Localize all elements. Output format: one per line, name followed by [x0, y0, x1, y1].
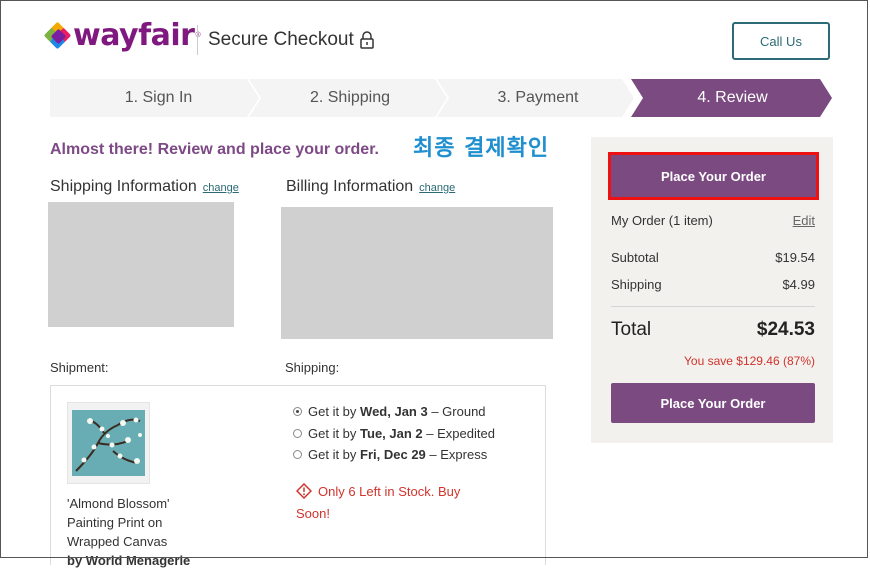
product-brand: by World Menagerie: [67, 553, 191, 568]
option-prefix: Get it by: [308, 426, 361, 441]
shipping-change-link[interactable]: change: [203, 182, 239, 194]
my-order-row: My Order (1 item) Edit: [611, 213, 815, 228]
shipping-cost-row: Shipping $4.99: [611, 277, 815, 292]
warning-icon: [296, 483, 312, 499]
billing-info-title: Billing Information: [286, 178, 414, 195]
shipping-info-title: Shipping Information: [50, 178, 197, 195]
billing-change-link[interactable]: change: [419, 182, 455, 194]
header-divider: [197, 25, 198, 55]
option-date: Tue, Jan 2: [360, 426, 423, 441]
billing-info-header: Billing Information change: [286, 178, 455, 196]
review-headline: Almost there! Review and place your orde…: [50, 141, 379, 158]
radio-selected-icon[interactable]: [293, 407, 302, 416]
option-method: – Express: [425, 447, 488, 462]
almond-blossom-painting-image: [72, 410, 145, 476]
shipping-info-header: Shipping Information change: [50, 178, 239, 196]
subtotal-row: Subtotal $19.54: [611, 250, 815, 265]
my-order-label: My Order (1 item): [611, 213, 713, 228]
product-name-line-2: Painting Print on: [67, 515, 163, 530]
call-us-button[interactable]: Call Us: [732, 22, 830, 60]
shipping-address-redacted: [48, 202, 234, 327]
total-value: $24.53: [756, 319, 815, 340]
stock-warning: Only 6 Left in Stock. Buy Soon!: [296, 481, 476, 525]
total-row: Total $24.53: [611, 319, 815, 341]
secure-checkout-title: Secure Checkout: [208, 29, 374, 51]
radio-unselected-icon[interactable]: [293, 429, 302, 438]
option-date: Wed, Jan 3: [360, 404, 428, 419]
option-prefix: Get it by: [308, 447, 361, 462]
radio-unselected-icon[interactable]: [293, 450, 302, 459]
billing-address-redacted: [281, 207, 553, 339]
shipment-label: Shipment:: [50, 360, 109, 375]
step-sign-in[interactable]: 1. Sign In: [60, 79, 257, 117]
product-name-line-3: Wrapped Canvas: [67, 534, 168, 549]
shipping-option-expedited[interactable]: Get it by Tue, Jan 2 – Expedited: [293, 426, 495, 441]
total-label: Total: [611, 319, 652, 340]
shipping-method-label: Shipping:: [285, 360, 340, 375]
place-order-button-top[interactable]: Place Your Order: [608, 152, 819, 200]
product-name[interactable]: 'Almond Blossom' Painting Print on Wrapp…: [67, 494, 207, 570]
stock-warning-text: Only 6 Left in Stock. Buy Soon!: [296, 484, 461, 521]
product-name-line-1: 'Almond Blossom': [67, 496, 170, 511]
page-title: Secure Checkout: [208, 29, 354, 50]
edit-order-link[interactable]: Edit: [793, 213, 815, 228]
brand-name: wayfair: [73, 18, 195, 53]
savings-text: You save $129.46 (87%): [684, 354, 815, 368]
subtotal-label: Subtotal: [611, 250, 659, 265]
summary-divider: [611, 306, 815, 307]
option-method: – Expedited: [422, 426, 495, 441]
step-shipping[interactable]: 2. Shipping: [255, 79, 445, 117]
option-date: Fri, Dec 29: [360, 447, 426, 462]
step-review: 4. Review: [697, 89, 768, 106]
place-order-button-bottom[interactable]: Place Your Order: [611, 383, 815, 423]
shipping-cost-value: $4.99: [782, 277, 815, 292]
wayfair-logo-mark-icon: [43, 21, 72, 49]
shipping-option-express[interactable]: Get it by Fri, Dec 29 – Express: [293, 447, 487, 462]
option-method: – Ground: [427, 404, 486, 419]
shipping-option-ground[interactable]: Get it by Wed, Jan 3 – Ground: [293, 404, 486, 419]
shipping-cost-label: Shipping: [611, 277, 662, 292]
wayfair-logo[interactable]: wayfair ®: [43, 18, 201, 53]
product-thumbnail[interactable]: [67, 402, 150, 484]
annotation-final-payment: 최종 결제확인: [413, 136, 550, 161]
option-prefix: Get it by: [308, 404, 361, 419]
lock-icon: [360, 31, 374, 49]
checkout-progress-steps: 1. Sign In 2. Shipping 3. Payment 4. Rev…: [50, 79, 832, 117]
step-payment[interactable]: 3. Payment: [443, 79, 633, 117]
subtotal-value: $19.54: [775, 250, 815, 265]
